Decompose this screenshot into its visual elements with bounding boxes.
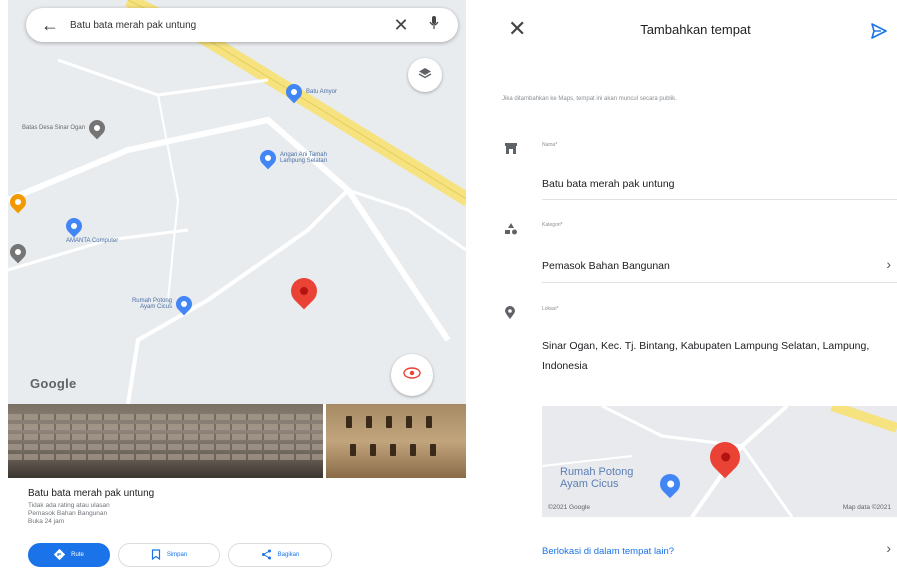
share-icon <box>261 549 272 562</box>
field-divider <box>542 199 897 200</box>
route-label: Rute <box>71 552 84 558</box>
location-map-preview[interactable]: Rumah Potong Ayam Cicus ©2021 Google Map… <box>542 406 897 517</box>
google-logo: Google <box>30 376 77 391</box>
name-input[interactable]: Batu bata merah pak untung <box>542 174 675 194</box>
field-divider <box>542 282 897 283</box>
name-label: Nama* <box>542 142 558 148</box>
directions-icon <box>53 548 66 562</box>
poi-label: Batu Amyor <box>306 89 338 95</box>
place-category: Pemasok Bahan Bangunan <box>28 510 108 517</box>
poi-label: AMANTA Computer <box>66 238 119 244</box>
search-query[interactable]: Batu bata merah pak untung <box>64 20 382 31</box>
poi-pin-icon <box>256 146 280 170</box>
location-icon <box>403 366 421 385</box>
location-value[interactable]: Sinar Ogan, Kec. Tj. Bintang, Kabupaten … <box>542 336 887 376</box>
inside-other-place-link[interactable]: Berlokasi di dalam tempat lain? <box>542 546 674 557</box>
close-icon[interactable]: ✕ <box>382 15 420 36</box>
category-select[interactable]: Pemasok Bahan Bangunan <box>542 256 670 276</box>
map-view[interactable]: ← Batu bata merah pak untung ✕ Batu Amyo… <box>8 0 466 404</box>
my-location-button[interactable] <box>391 354 433 396</box>
poi-pin-icon <box>85 116 109 140</box>
poi-marker[interactable] <box>8 190 30 214</box>
category-icon <box>504 222 520 238</box>
poi-label: Batas Desa Sinar Ogan <box>22 125 86 131</box>
public-notice: Jika ditambahkan ke Maps, tempat ini aka… <box>502 96 677 102</box>
chevron-right-icon: › <box>886 256 891 272</box>
layers-icon <box>418 66 432 84</box>
send-icon[interactable] <box>870 22 888 45</box>
poi-marker[interactable]: Rumah Potong Ayam Cicus <box>118 292 196 316</box>
map-roads <box>8 0 466 404</box>
save-button[interactable]: Simpan <box>118 543 220 567</box>
share-label: Bagikan <box>277 552 300 558</box>
place-name: Batu bata merah pak untung <box>28 488 155 499</box>
place-photos[interactable] <box>8 404 466 478</box>
pin-icon <box>504 306 520 322</box>
poi-marker[interactable]: Batu Amyor <box>282 80 338 104</box>
poi-marker[interactable] <box>8 240 30 264</box>
location-field[interactable]: Lokasi* Sinar Ogan, Kec. Tj. Bintang, Ka… <box>494 306 897 396</box>
mic-icon[interactable] <box>420 15 448 35</box>
layers-button[interactable] <box>408 58 442 92</box>
location-label: Lokasi* <box>542 306 559 312</box>
share-button[interactable]: Bagikan <box>228 543 332 567</box>
save-label: Simpan <box>166 552 188 558</box>
bookmark-icon <box>151 548 161 562</box>
chevron-right-icon[interactable]: › <box>886 540 891 556</box>
route-button[interactable]: Rute <box>28 543 110 567</box>
poi-pin-icon <box>62 214 86 238</box>
category-label: Kategori* <box>542 222 563 228</box>
form-header: ✕ Tambahkan tempat <box>494 0 897 64</box>
category-field[interactable]: Kategori* Pemasok Bahan Bangunan › <box>494 222 897 284</box>
map-copyright: ©2021 Google <box>548 504 591 511</box>
place-hours: Buka 24 jam <box>28 518 65 525</box>
poi-label: Angan Ani Tamah Lampung Selatan <box>280 152 328 164</box>
place-rating: Tidak ada rating atau ulasan <box>28 502 110 509</box>
store-icon <box>504 142 520 158</box>
poi-marker[interactable]: Angan Ani Tamah Lampung Selatan <box>256 146 346 170</box>
search-bar[interactable]: ← Batu bata merah pak untung ✕ <box>26 8 458 42</box>
arrow-back-icon[interactable]: ← <box>36 15 64 36</box>
place-photo[interactable] <box>326 404 466 478</box>
place-actions: Rute Simpan Bagikan <box>28 543 332 567</box>
place-details-panel: ← Batu bata merah pak untung ✕ Batu Amyo… <box>8 0 466 570</box>
poi-marker[interactable]: Batas Desa Sinar Ogan <box>22 116 109 140</box>
page-title: Tambahkan tempat <box>640 22 751 37</box>
add-place-form: ✕ Tambahkan tempat Jika ditambahkan ke M… <box>494 0 897 570</box>
poi-pin-icon <box>172 292 196 316</box>
map-data-attribution: Map data ©2021 <box>842 504 891 511</box>
poi-pin-icon <box>282 80 306 104</box>
poi-label: Rumah Potong Ayam Cicus <box>131 298 172 310</box>
name-field[interactable]: Nama* Batu bata merah pak untung <box>494 142 897 202</box>
mini-map-poi-label: Rumah Potong Ayam Cicus <box>560 466 634 490</box>
place-summary[interactable]: Batu bata merah pak untung Tidak ada rat… <box>28 488 154 526</box>
place-photo[interactable] <box>8 404 323 478</box>
poi-marker[interactable]: AMANTA Computer <box>62 214 119 244</box>
